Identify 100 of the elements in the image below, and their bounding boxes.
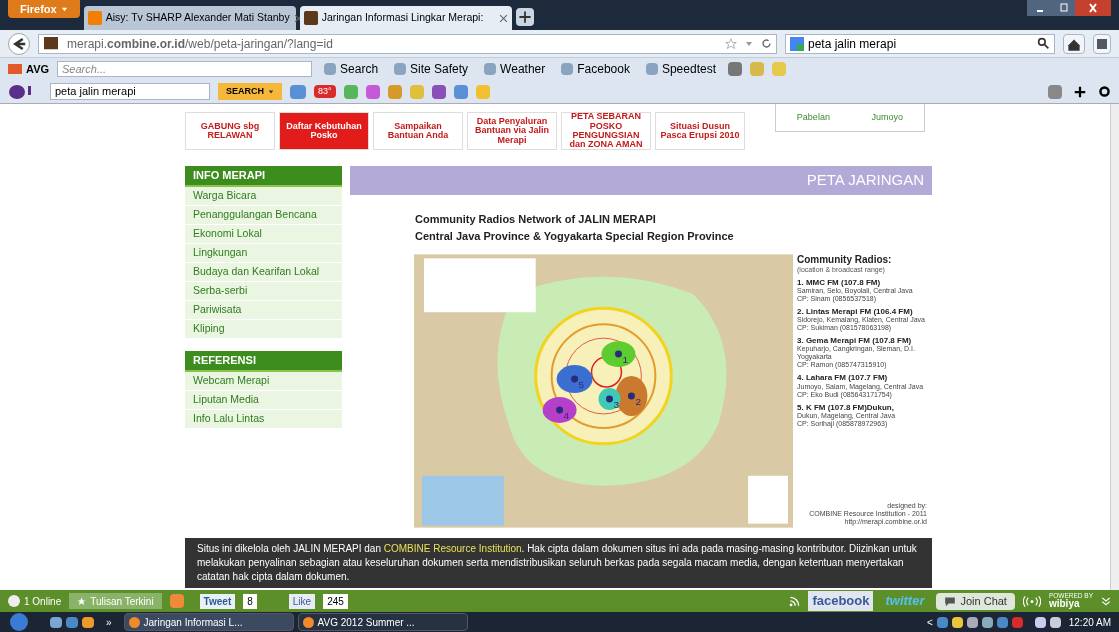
search-engine-icon bbox=[790, 36, 804, 51]
bookmarks-icon bbox=[1093, 33, 1111, 54]
radio-coverage-marker: 5 bbox=[556, 365, 593, 393]
online-count[interactable]: 1 Online bbox=[8, 593, 62, 609]
taskbar-button[interactable]: AVG 2012 Summer ... bbox=[297, 613, 468, 631]
sidebar-item[interactable]: Serba-serbi bbox=[185, 282, 342, 301]
sidebar-item[interactable]: Pariwisata bbox=[185, 301, 342, 320]
media-player-icon[interactable] bbox=[82, 616, 94, 628]
toolbar-icon[interactable] bbox=[343, 84, 358, 99]
toolbar-button[interactable]: Site Safety bbox=[390, 60, 473, 78]
caret-icon bbox=[745, 39, 753, 48]
footer-link[interactable]: COMBINE Resource Institution bbox=[383, 543, 522, 554]
sidebar-heading: INFO MERAPI bbox=[185, 166, 342, 187]
caret-icon bbox=[268, 88, 274, 95]
banner-link[interactable]: Data Penyaluran Bantuan via Jalin Merapi bbox=[467, 112, 557, 150]
tweet-button[interactable]: Tweet bbox=[199, 593, 236, 609]
mail-icon[interactable] bbox=[290, 84, 306, 99]
star-icon bbox=[725, 37, 737, 50]
toolbar-button[interactable]: Facebook bbox=[557, 60, 634, 78]
tray-icon[interactable] bbox=[981, 616, 993, 628]
radio-name: 4. Lahara FM (107.7 FM) bbox=[797, 373, 889, 383]
radio-coverage-marker: 4 bbox=[542, 397, 577, 423]
footer-text: Situs ini dikelola oleh JALIN MERAPI dan COMBINE Resource Institution. Hak cipta dalam dokumen situs ini ada pada masing-masing kontributor. Diizinkan untuk melakukan penyalinan sebagian atau keseluruhan dokumen serta mendistribusikan seluruh berkas pada segala macam media, dengan ketentuan menyertakan catatan hak cipta dalam dokumen. bbox=[185, 538, 932, 588]
toolbar-icon[interactable] bbox=[365, 84, 380, 99]
weather-badge[interactable]: 83° bbox=[314, 84, 336, 99]
banner-link[interactable]: Daftar Kebutuhan Posko bbox=[279, 112, 369, 150]
sidebar-item[interactable]: Webcam Merapi bbox=[185, 372, 342, 391]
taskbar-button[interactable]: Jaringan Informasi L... bbox=[123, 613, 294, 631]
clock[interactable]: 12:20 AM bbox=[1064, 614, 1115, 630]
search-field[interactable]: peta jalin merapi bbox=[50, 83, 210, 100]
tray-icon[interactable] bbox=[936, 616, 948, 628]
join-chat-button[interactable]: Join Chat bbox=[936, 592, 1015, 610]
sidebar-item[interactable]: Liputan Media bbox=[185, 391, 342, 410]
search-field[interactable]: peta jalin merapi bbox=[785, 33, 1055, 54]
chat-bubble-icon bbox=[944, 595, 957, 607]
tray-icon[interactable] bbox=[966, 616, 978, 628]
like-count: 245 bbox=[323, 593, 348, 609]
wibiya-logo[interactable]: wibiya bbox=[1048, 599, 1093, 610]
banner-link[interactable]: Sampaikan Bantuan Anda bbox=[373, 112, 463, 150]
like-button[interactable]: Like bbox=[288, 593, 316, 609]
toolbar-button[interactable]: Search bbox=[320, 60, 383, 78]
network-icon[interactable] bbox=[1034, 616, 1046, 628]
maximize-icon bbox=[1053, 0, 1075, 16]
village-name: Jumoyo bbox=[871, 110, 904, 124]
window-switch-icon[interactable] bbox=[66, 616, 78, 628]
address-bar[interactable]: merapi.combine.or.id/web/peta-jaringan/?lang=id bbox=[38, 33, 777, 54]
reload-icon bbox=[761, 38, 772, 49]
sidebar-heading: REFERENSI bbox=[185, 351, 342, 372]
site-icon bbox=[43, 36, 59, 51]
sidebar-item[interactable]: Lingkungan bbox=[185, 244, 342, 263]
scrollbar[interactable] bbox=[1110, 104, 1119, 590]
sidebar-item[interactable]: Ekonomi Lokal bbox=[185, 225, 342, 244]
banner-link[interactable]: GABUNG sbg RELAWAN bbox=[185, 112, 275, 150]
search-field[interactable]: Search... bbox=[57, 61, 313, 77]
map-title: Central Java Province & Yogyakarta Special Region Province bbox=[415, 228, 735, 244]
tweet-count: 8 bbox=[243, 593, 257, 609]
tray-icon[interactable] bbox=[951, 616, 963, 628]
radio-name: 3. Gema Merapi FM (107.8 FM) bbox=[797, 336, 913, 346]
radio-name: 1. MMC FM (107.8 FM) bbox=[797, 277, 881, 287]
village-name: Pabelan bbox=[796, 110, 830, 124]
sidebar-item[interactable]: Penanggulangan Bencana bbox=[185, 206, 342, 225]
home-icon bbox=[1063, 33, 1085, 54]
taskbar-overflow[interactable]: » bbox=[98, 614, 120, 630]
toolbar-icon[interactable] bbox=[387, 84, 402, 99]
radio-coverage-marker: 3 bbox=[598, 388, 621, 410]
tray-expand-arrow[interactable]: < bbox=[926, 614, 933, 630]
star-icon bbox=[77, 596, 87, 606]
browser-tab[interactable]: Jaringan Informasi Lingkar Merapi: bbox=[299, 6, 512, 30]
favicon-icon bbox=[303, 11, 318, 25]
tray-icon[interactable] bbox=[996, 616, 1008, 628]
show-desktop-icon[interactable] bbox=[50, 616, 62, 628]
banner-link[interactable]: PETA SEBARAN POSKO PENGUNGSIAN dan ZONA AMAN bbox=[561, 112, 651, 150]
toolbar-button[interactable]: Speedtest bbox=[641, 60, 720, 78]
favicon-icon bbox=[87, 11, 102, 25]
sidebar-item[interactable]: Budaya dan Kearifan Lokal bbox=[185, 263, 342, 282]
settings-icon bbox=[1098, 85, 1111, 98]
toolbar-icon[interactable] bbox=[431, 84, 446, 99]
rss-icon bbox=[789, 595, 801, 607]
toolbar-icon[interactable] bbox=[453, 84, 468, 99]
list-icon[interactable] bbox=[1048, 84, 1062, 99]
facebook-link[interactable]: facebook bbox=[808, 591, 874, 611]
page-header: PETA JARINGAN bbox=[350, 166, 932, 195]
toolbar-button[interactable]: Weather bbox=[480, 60, 550, 78]
toolbar-icon[interactable] bbox=[728, 62, 742, 76]
minimize-icon bbox=[1027, 0, 1053, 16]
sidebar-item[interactable]: Kliping bbox=[185, 320, 342, 339]
search-icon bbox=[1037, 37, 1050, 50]
sidebar-item[interactable]: Warga Bicara bbox=[185, 187, 342, 206]
new-tab-icon bbox=[515, 8, 534, 26]
collapse-icon bbox=[1101, 596, 1111, 606]
banner-link[interactable]: Situasi Dusun Pasca Erupsi 2010 bbox=[655, 112, 745, 150]
legend-title: Community Radios: bbox=[797, 254, 893, 266]
search-button[interactable]: SEARCH bbox=[218, 83, 282, 100]
avg-logo[interactable]: AVG bbox=[8, 60, 50, 78]
radio-coverage-marker: 1 bbox=[601, 341, 636, 368]
volume-icon[interactable] bbox=[1049, 616, 1061, 628]
sidebar-item[interactable]: Info Lalu Lintas bbox=[185, 410, 342, 429]
broadcast-icon bbox=[1022, 595, 1041, 607]
radio-name: 2. Lintas Merapi FM (106.4 FM) bbox=[797, 306, 914, 316]
radio-name: 5. K FM (107.8 FM)Dukun, bbox=[797, 402, 895, 412]
